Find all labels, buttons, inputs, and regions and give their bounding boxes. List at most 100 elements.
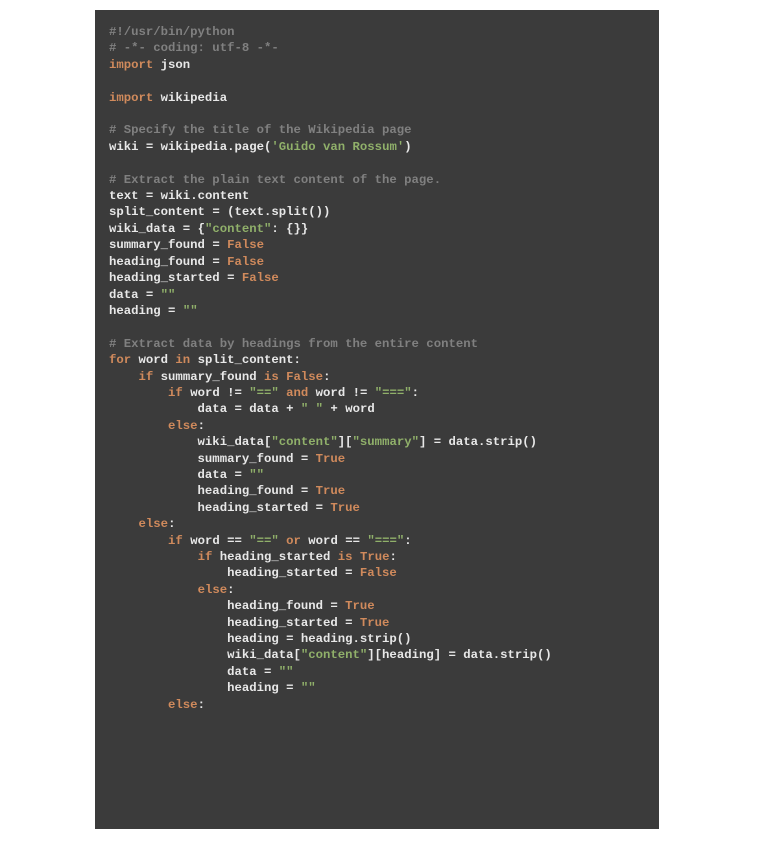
code-token: True: [360, 550, 390, 564]
code-token: [109, 517, 139, 531]
code-token: word: [308, 386, 352, 400]
code-token: word: [301, 534, 345, 548]
code-token: =: [227, 271, 242, 285]
code-token: : {}}: [271, 222, 308, 236]
code-token: "": [301, 681, 316, 695]
code-token: data: [109, 288, 146, 302]
code-token: else: [198, 583, 228, 597]
code-token: and: [286, 386, 308, 400]
code-token: =: [146, 140, 161, 154]
code-token: !=: [227, 386, 249, 400]
code-token: import: [109, 58, 153, 72]
code-token: =: [330, 599, 345, 613]
code-token: {: [198, 222, 205, 236]
code-token: " ": [301, 402, 323, 416]
code-token: word: [345, 402, 375, 416]
code-token: False: [227, 255, 264, 269]
code-token: in: [175, 353, 190, 367]
code-token: =: [345, 616, 360, 630]
code-token: "===": [367, 534, 404, 548]
code-token: [109, 698, 168, 712]
code-token: [109, 370, 139, 384]
code-token: "==": [249, 386, 279, 400]
code-token: True: [330, 501, 360, 515]
code-token: data.strip(): [463, 648, 552, 662]
code-token: "": [279, 665, 294, 679]
code-token: True: [316, 484, 346, 498]
code-token: :: [389, 550, 396, 564]
code-token: [109, 534, 168, 548]
code-token: =: [434, 435, 449, 449]
code-token: data: [249, 402, 286, 416]
code-token: #!/usr/bin/python: [109, 25, 234, 39]
code-token: "==": [249, 534, 279, 548]
code-token: data: [109, 468, 234, 482]
code-content: #!/usr/bin/python # -*- coding: utf-8 -*…: [109, 24, 659, 713]
code-token: "===": [375, 386, 412, 400]
code-token: is: [264, 370, 279, 384]
code-token: summary_found: [109, 452, 301, 466]
code-token: "": [249, 468, 264, 482]
code-token: if: [168, 534, 183, 548]
code-token: if: [168, 386, 183, 400]
code-token: or: [286, 534, 301, 548]
code-token: "": [183, 304, 198, 318]
code-token: =: [234, 468, 249, 482]
code-token: +: [286, 402, 301, 416]
code-token: wikipedia: [153, 91, 227, 105]
code-token: =: [345, 566, 360, 580]
code-token: is: [338, 550, 353, 564]
code-token: heading: [109, 681, 286, 695]
code-token: =: [146, 189, 161, 203]
code-token: wiki_data[: [109, 648, 301, 662]
code-token: :: [227, 583, 234, 597]
code-token: json: [153, 58, 190, 72]
code-token: True: [345, 599, 375, 613]
code-token: split_content:: [190, 353, 301, 367]
code-token: False: [227, 238, 264, 252]
code-token: :: [323, 370, 330, 384]
code-token: data: [109, 665, 264, 679]
code-token: heading.strip(): [301, 632, 412, 646]
code-token: "content": [271, 435, 337, 449]
code-token: else: [139, 517, 169, 531]
code-token: heading: [109, 304, 168, 318]
code-token: heading_started: [212, 550, 337, 564]
code-token: ]: [419, 435, 434, 449]
code-token: =: [234, 402, 249, 416]
code-token: !=: [353, 386, 375, 400]
code-token: # Specify the title of the Wikipedia pag…: [109, 123, 412, 137]
code-token: =: [316, 501, 331, 515]
code-token: =: [301, 484, 316, 498]
code-token: for: [109, 353, 131, 367]
code-token: summary_found: [109, 238, 212, 252]
code-token: =: [448, 648, 463, 662]
code-token: [109, 419, 168, 433]
code-token: heading_started: [109, 616, 345, 630]
code-token: wiki_data: [109, 222, 183, 236]
code-token: heading_started: [109, 501, 316, 515]
code-token: import: [109, 91, 153, 105]
code-token: :: [412, 386, 419, 400]
code-token: =: [286, 681, 301, 695]
code-token: wiki.content: [161, 189, 250, 203]
code-token: wiki: [109, 140, 146, 154]
code-token: else: [168, 419, 198, 433]
code-token: word: [183, 386, 227, 400]
code-token: wikipedia.page(: [161, 140, 272, 154]
code-block: #!/usr/bin/python # -*- coding: utf-8 -*…: [95, 10, 659, 829]
code-token: :: [168, 517, 175, 531]
code-token: [109, 583, 198, 597]
code-token: # Extract data by headings from the enti…: [109, 337, 478, 351]
code-token: # -*- coding: utf-8 -*-: [109, 41, 279, 55]
code-token: False: [286, 370, 323, 384]
code-token: (text.split()): [227, 205, 330, 219]
code-token: split_content: [109, 205, 212, 219]
code-token: ][heading]: [367, 648, 448, 662]
code-token: text: [109, 189, 146, 203]
code-token: True: [316, 452, 346, 466]
code-token: word: [183, 534, 227, 548]
code-token: else: [168, 698, 198, 712]
code-token: False: [360, 566, 397, 580]
code-token: True: [360, 616, 390, 630]
